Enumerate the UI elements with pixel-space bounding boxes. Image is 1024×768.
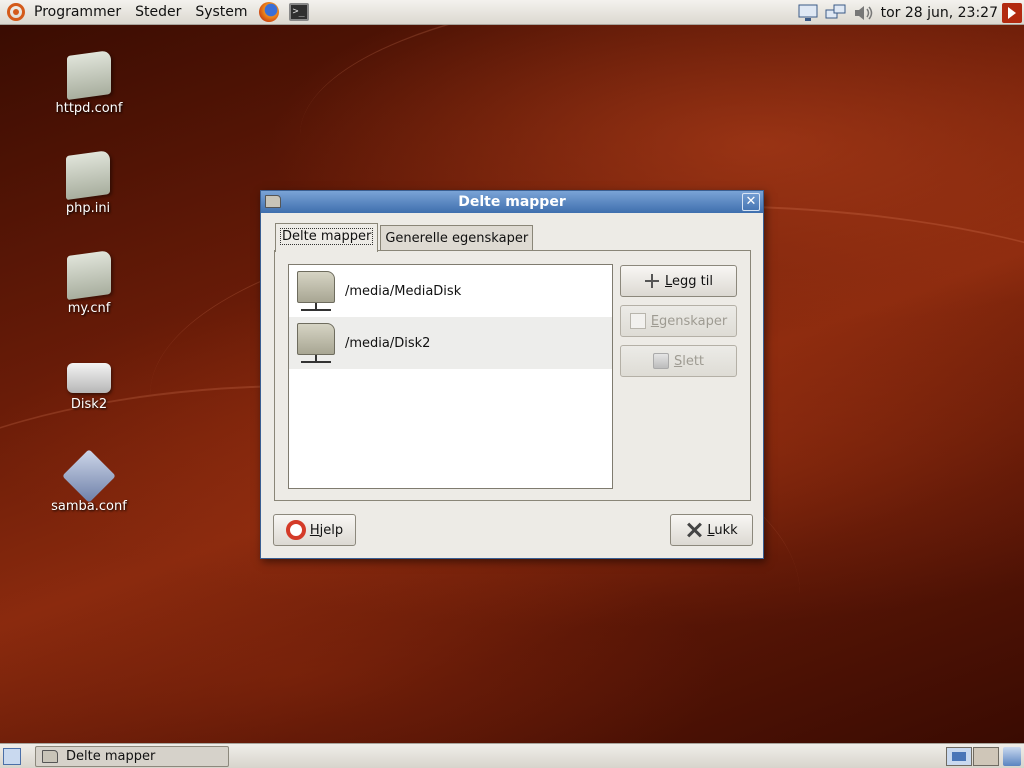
delete-share-label: Slett: [673, 353, 705, 369]
shared-folder-icon: [265, 195, 281, 208]
trash-icon: [652, 353, 669, 369]
desktop-icon-label: httpd.conf: [55, 101, 123, 116]
firefox-launcher-icon[interactable]: [258, 2, 279, 22]
help-button[interactable]: Hjelp: [273, 514, 356, 546]
trash-applet-icon[interactable]: [1003, 747, 1021, 766]
desktop-icon-samba-conf[interactable]: samba.conf: [39, 449, 139, 514]
properties-label: Egenskaper: [650, 313, 728, 329]
close-icon: ✕: [745, 194, 757, 209]
help-label: Hjelp: [309, 522, 344, 538]
desktop-icon-my-cnf[interactable]: my.cnf: [39, 249, 139, 316]
network-icon[interactable]: [825, 4, 847, 22]
close-icon: [685, 521, 703, 539]
config-file-icon: [62, 449, 116, 503]
dialog-titlebar[interactable]: Delte mapper ✕: [261, 191, 763, 213]
desktop-icon-httpd-conf[interactable]: httpd.conf: [39, 49, 139, 116]
lifebuoy-icon: [285, 520, 306, 540]
add-share-button[interactable]: Legg til: [620, 265, 737, 297]
terminal-launcher-icon[interactable]: >_: [288, 3, 309, 21]
share-path: /media/MediaDisk: [345, 283, 462, 299]
tab-label: Generelle egenskaper: [385, 231, 529, 246]
taskbar-window-title: Delte mapper: [66, 749, 156, 764]
menu-system[interactable]: System: [188, 0, 254, 25]
menu-steder[interactable]: Steder: [128, 0, 188, 25]
tab-general-properties[interactable]: Generelle egenskaper: [380, 225, 534, 252]
add-share-label: Legg til: [665, 273, 713, 289]
monitor-icon[interactable]: [797, 4, 819, 22]
dialog-title: Delte mapper: [458, 194, 566, 210]
folder-icon: [67, 249, 111, 301]
logout-icon[interactable]: [1002, 2, 1022, 23]
folder-icon: [67, 49, 111, 101]
properties-icon: [629, 313, 646, 329]
tab-shared-folders[interactable]: Delte mapper: [275, 223, 379, 252]
network-folder-icon: [295, 321, 337, 365]
menu-programmer[interactable]: Programmer: [27, 0, 128, 25]
taskbar-window-button[interactable]: Delte mapper: [35, 746, 229, 767]
share-path: /media/Disk2: [345, 335, 431, 351]
close-button[interactable]: Lukk: [670, 514, 753, 546]
shared-folders-list[interactable]: /media/MediaDisk /media/Disk2: [288, 264, 613, 489]
system-tray: tor 28 jun, 23:27: [797, 0, 1024, 25]
shared-folders-dialog: Delte mapper ✕ Delte mapper Generelle eg…: [260, 190, 764, 559]
desktop-icon-disk2[interactable]: Disk2: [39, 353, 139, 412]
top-panel: Programmer Steder System >_ tor 28 jun, …: [0, 0, 1024, 25]
hard-disk-icon: [67, 363, 111, 393]
close-label: Lukk: [707, 522, 738, 538]
desktop-icon-label: Disk2: [70, 397, 108, 412]
ubuntu-logo-icon[interactable]: [7, 3, 25, 21]
close-window-button[interactable]: ✕: [742, 193, 760, 211]
share-actions: Legg til Egenskaper Slett: [620, 265, 738, 385]
volume-icon[interactable]: [853, 4, 875, 22]
delete-share-button[interactable]: Slett: [620, 345, 737, 377]
tab-label: Delte mapper: [280, 228, 374, 245]
show-desktop-icon[interactable]: [3, 748, 21, 765]
workspace-2[interactable]: [973, 747, 999, 766]
folder-icon: [66, 149, 110, 201]
desktop-icon-php-ini[interactable]: php.ini: [38, 149, 138, 216]
list-item[interactable]: /media/Disk2: [289, 317, 612, 369]
dialog-tabs: Delte mapper Generelle egenskaper: [275, 223, 535, 252]
properties-button[interactable]: Egenskaper: [620, 305, 737, 337]
tab-panel: /media/MediaDisk /media/Disk2 Legg til E…: [274, 250, 751, 501]
workspace-1[interactable]: [946, 747, 972, 766]
shared-folder-icon: [42, 750, 58, 763]
clock[interactable]: tor 28 jun, 23:27: [881, 5, 998, 21]
bottom-panel: Delte mapper: [0, 743, 1024, 768]
desktop-icon-label: my.cnf: [67, 301, 111, 316]
desktop-icon-label: php.ini: [65, 201, 111, 216]
plus-icon: [644, 273, 660, 289]
list-item[interactable]: /media/MediaDisk: [289, 265, 612, 317]
network-folder-icon: [295, 269, 337, 313]
